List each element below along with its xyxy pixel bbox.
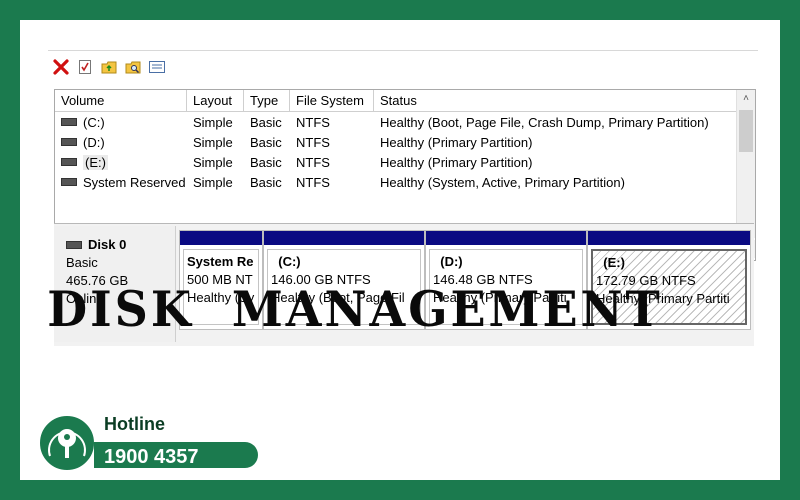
volume-name: System Reserved <box>83 174 186 190</box>
toolbar <box>48 55 252 79</box>
hotline-label: Hotline <box>104 414 165 434</box>
partition-name: (C:) <box>278 254 301 269</box>
drive-icon <box>61 158 77 167</box>
volume-name: (D:) <box>83 134 105 150</box>
disk-management-banner: DISK MANAGEMENT <box>47 280 663 338</box>
banner-background <box>54 346 754 420</box>
table-row[interactable]: System Reserved Simple Basic NTFS Health… <box>55 172 737 192</box>
drive-icon <box>61 178 77 187</box>
delete-x-icon[interactable] <box>52 58 70 76</box>
partition-name: (E:) <box>603 255 625 270</box>
column-header-layout[interactable]: Layout <box>187 90 244 111</box>
partition-bar <box>426 231 586 245</box>
status-cell: Healthy (Primary Partition) <box>380 134 533 150</box>
properties-icon[interactable] <box>148 58 166 76</box>
vertical-scroll-thumb[interactable] <box>739 110 753 152</box>
folder-search-icon[interactable] <box>124 58 142 76</box>
partition-name: System Re <box>187 254 254 269</box>
hotline-badge[interactable]: Hotline 1900 4357 <box>36 412 260 474</box>
volume-table-body: (C:) Simple Basic NTFS Healthy (Boot, Pa… <box>55 112 737 192</box>
layout-cell: Simple <box>193 114 233 130</box>
status-cell: Healthy (Boot, Page File, Crash Dump, Pr… <box>380 114 709 130</box>
fs-cell: NTFS <box>296 114 330 130</box>
checklist-icon[interactable] <box>76 58 94 76</box>
type-cell: Basic <box>250 154 282 170</box>
type-cell: Basic <box>250 134 282 150</box>
partition-bar <box>180 231 262 245</box>
drive-icon <box>61 118 77 127</box>
volume-name: (C:) <box>83 114 105 130</box>
type-cell: Basic <box>250 174 282 190</box>
layout-cell: Simple <box>193 134 233 150</box>
vertical-scrollbar[interactable]: ˄ ˅ <box>736 90 755 238</box>
disk-management-window: Volume Layout Type File System Status (C… <box>48 50 758 423</box>
drive-icon <box>61 138 77 147</box>
volume-name: (E:) <box>83 154 108 170</box>
table-row[interactable]: (E:) Simple Basic NTFS Healthy (Primary … <box>55 152 737 172</box>
table-row[interactable]: (D:) Simple Basic NTFS Healthy (Primary … <box>55 132 737 152</box>
partition-bar <box>264 231 424 245</box>
disk-name: Disk 0 <box>88 237 127 252</box>
partition-bar <box>588 231 750 245</box>
fs-cell: NTFS <box>296 154 330 170</box>
fs-cell: NTFS <box>296 134 330 150</box>
disk-type: Basic <box>66 255 98 270</box>
column-header-file-system[interactable]: File System <box>290 90 374 111</box>
type-cell: Basic <box>250 114 282 130</box>
fs-cell: NTFS <box>296 174 330 190</box>
hotline-number[interactable]: 1900 4357 <box>94 440 260 470</box>
volume-table-header: Volume Layout Type File System Status <box>55 90 737 112</box>
partition-name: (D:) <box>440 254 463 269</box>
layout-cell: Simple <box>193 174 233 190</box>
column-header-volume[interactable]: Volume <box>55 90 187 111</box>
scroll-up-icon[interactable]: ˄ <box>737 90 755 108</box>
status-cell: Healthy (System, Active, Primary Partiti… <box>380 174 625 190</box>
folder-up-icon[interactable] <box>100 58 118 76</box>
table-row[interactable]: (C:) Simple Basic NTFS Healthy (Boot, Pa… <box>55 112 737 132</box>
column-header-status[interactable]: Status <box>374 90 737 111</box>
status-cell: Healthy (Primary Partition) <box>380 154 533 170</box>
layout-cell: Simple <box>193 154 233 170</box>
column-header-type[interactable]: Type <box>244 90 290 111</box>
info-icon <box>48 429 86 458</box>
disk-icon <box>66 240 82 249</box>
hotline-circle <box>36 412 98 474</box>
